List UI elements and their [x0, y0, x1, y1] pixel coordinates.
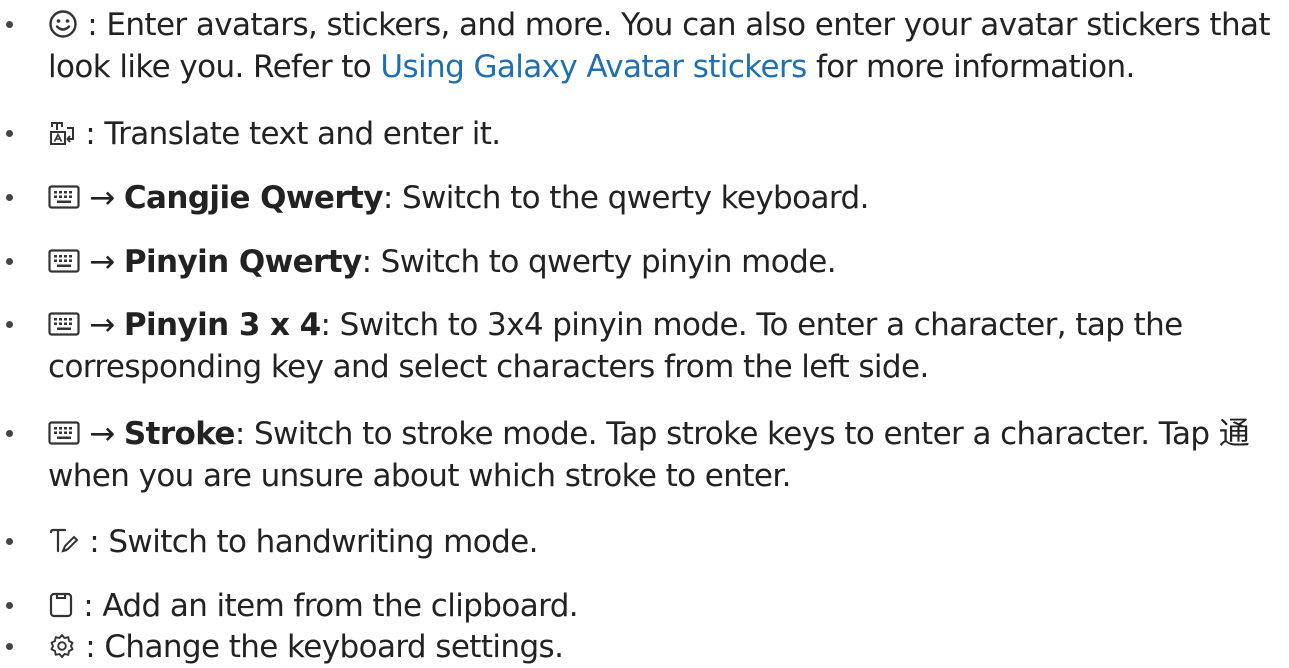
bullet: [6, 258, 13, 265]
item-text: : Switch to the qwerty keyboard.: [382, 180, 870, 216]
translate-icon: [48, 119, 76, 147]
keyboard-icon: [48, 184, 80, 209]
bullet: [6, 321, 13, 328]
keyboard-icon: [48, 311, 80, 336]
item-text: look like you. Refer to: [48, 49, 381, 85]
separator: :: [80, 524, 109, 560]
separator: :: [78, 7, 107, 43]
separator: :: [76, 116, 105, 152]
item-text: : Switch to 3x4 pinyin mode. To enter a …: [320, 307, 1184, 343]
arrow: →: [89, 180, 115, 216]
keyboard-icon: [48, 248, 80, 273]
separator: :: [76, 629, 105, 665]
separator: :: [74, 588, 103, 624]
item-text: : Switch to stroke mode. Tap stroke keys…: [234, 416, 1250, 452]
bullet: [6, 643, 13, 650]
item-text: : Switch to qwerty pinyin mode.: [361, 244, 837, 280]
clipboard-icon: [48, 591, 74, 619]
bullet: [6, 538, 13, 545]
mode-name: Cangjie Qwerty: [123, 180, 384, 216]
gear-icon: [48, 632, 76, 660]
item-text: for more information.: [806, 49, 1135, 85]
bullet: [6, 602, 13, 609]
mode-name: Stroke: [123, 416, 236, 452]
avatar-stickers-link[interactable]: Using Galaxy Avatar stickers: [380, 49, 807, 85]
mode-name: Pinyin Qwerty: [123, 244, 362, 280]
bullet: [6, 130, 13, 137]
item-text: corresponding key and select characters …: [48, 349, 929, 385]
item-text: when you are unsure about which stroke t…: [48, 458, 792, 494]
item-text: Change the keyboard settings.: [104, 629, 564, 665]
bullet: [6, 430, 13, 437]
arrow: →: [89, 307, 115, 343]
keyboard-icon: [48, 420, 80, 445]
arrow: →: [89, 416, 115, 452]
item-text: Enter avatars, stickers, and more. You c…: [106, 7, 1270, 43]
smiley-icon: [48, 9, 78, 39]
arrow: →: [89, 244, 115, 280]
mode-name: Pinyin 3 x 4: [123, 307, 321, 343]
item-text: Switch to handwriting mode.: [108, 524, 538, 560]
item-text: Add an item from the clipboard.: [102, 588, 579, 624]
handwriting-icon: [48, 527, 80, 555]
item-text: Translate text and enter it.: [104, 116, 501, 152]
bullet: [6, 21, 13, 28]
bullet: [6, 194, 13, 201]
